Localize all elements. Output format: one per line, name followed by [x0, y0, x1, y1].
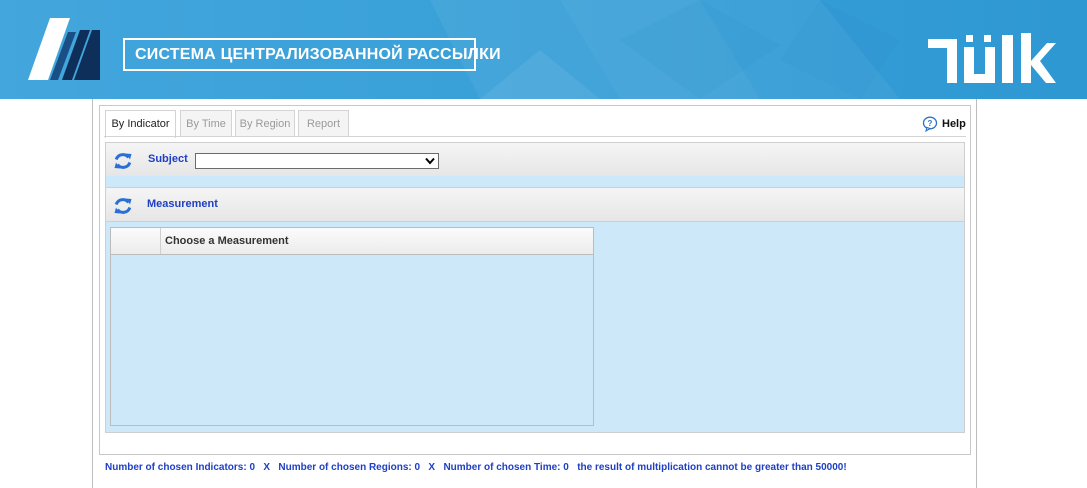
tab-report[interactable]: Report: [298, 110, 349, 136]
measurement-bar: Measurement: [105, 187, 965, 222]
main-panel: By Indicator By Time By Region Report ? …: [99, 105, 971, 455]
refresh-icon[interactable]: [113, 196, 133, 216]
tab-strip-divider: [104, 136, 966, 137]
tuik-logo-icon: [928, 33, 1056, 83]
system-title: СИСТЕМА ЦЕНТРАЛИЗОВАННОЙ РАССЫЛКИ: [123, 38, 501, 71]
help-label: Help: [942, 118, 966, 130]
svg-text:?: ?: [928, 119, 933, 128]
multiply-sign: X: [428, 462, 436, 473]
measurement-label: Measurement: [147, 198, 218, 210]
header-banner: СИСТЕМА ЦЕНТРАЛИЗОВАННОЙ РАССЫЛКИ: [0, 0, 1087, 99]
time-count-text: Number of chosen Time: 0: [443, 462, 569, 473]
measurement-content-area: Choose a Measurement: [105, 222, 965, 433]
stats-logo-icon: [28, 18, 100, 80]
help-button[interactable]: ? Help: [922, 115, 966, 133]
subject-select[interactable]: [195, 153, 439, 169]
multiply-sign: X: [263, 462, 271, 473]
refresh-icon[interactable]: [113, 151, 133, 171]
page-border-right: [976, 99, 977, 488]
regions-count-text: Number of chosen Regions: 0: [278, 462, 421, 473]
measurement-table: Choose a Measurement: [110, 227, 594, 426]
indicators-count-text: Number of chosen Indicators: 0: [105, 462, 256, 473]
page-border-left: [92, 99, 93, 488]
chevron-down-icon: [425, 157, 435, 165]
help-bubble-icon: ?: [922, 116, 938, 132]
tab-by-region[interactable]: By Region: [235, 110, 295, 136]
tab-by-time[interactable]: By Time: [180, 110, 232, 136]
measurement-column-header: Choose a Measurement: [165, 235, 289, 247]
measurement-table-header: Choose a Measurement: [111, 228, 593, 255]
subject-label: Subject: [148, 153, 188, 165]
limit-warning-text: the result of multiplication cannot be g…: [577, 462, 847, 473]
subject-bar: Subject: [105, 142, 965, 177]
selection-status: Number of chosen Indicators: 0 X Number …: [105, 462, 847, 473]
select-column-header[interactable]: [111, 228, 161, 254]
tab-by-indicator[interactable]: By Indicator: [105, 110, 176, 138]
subject-content-area: [105, 176, 965, 187]
